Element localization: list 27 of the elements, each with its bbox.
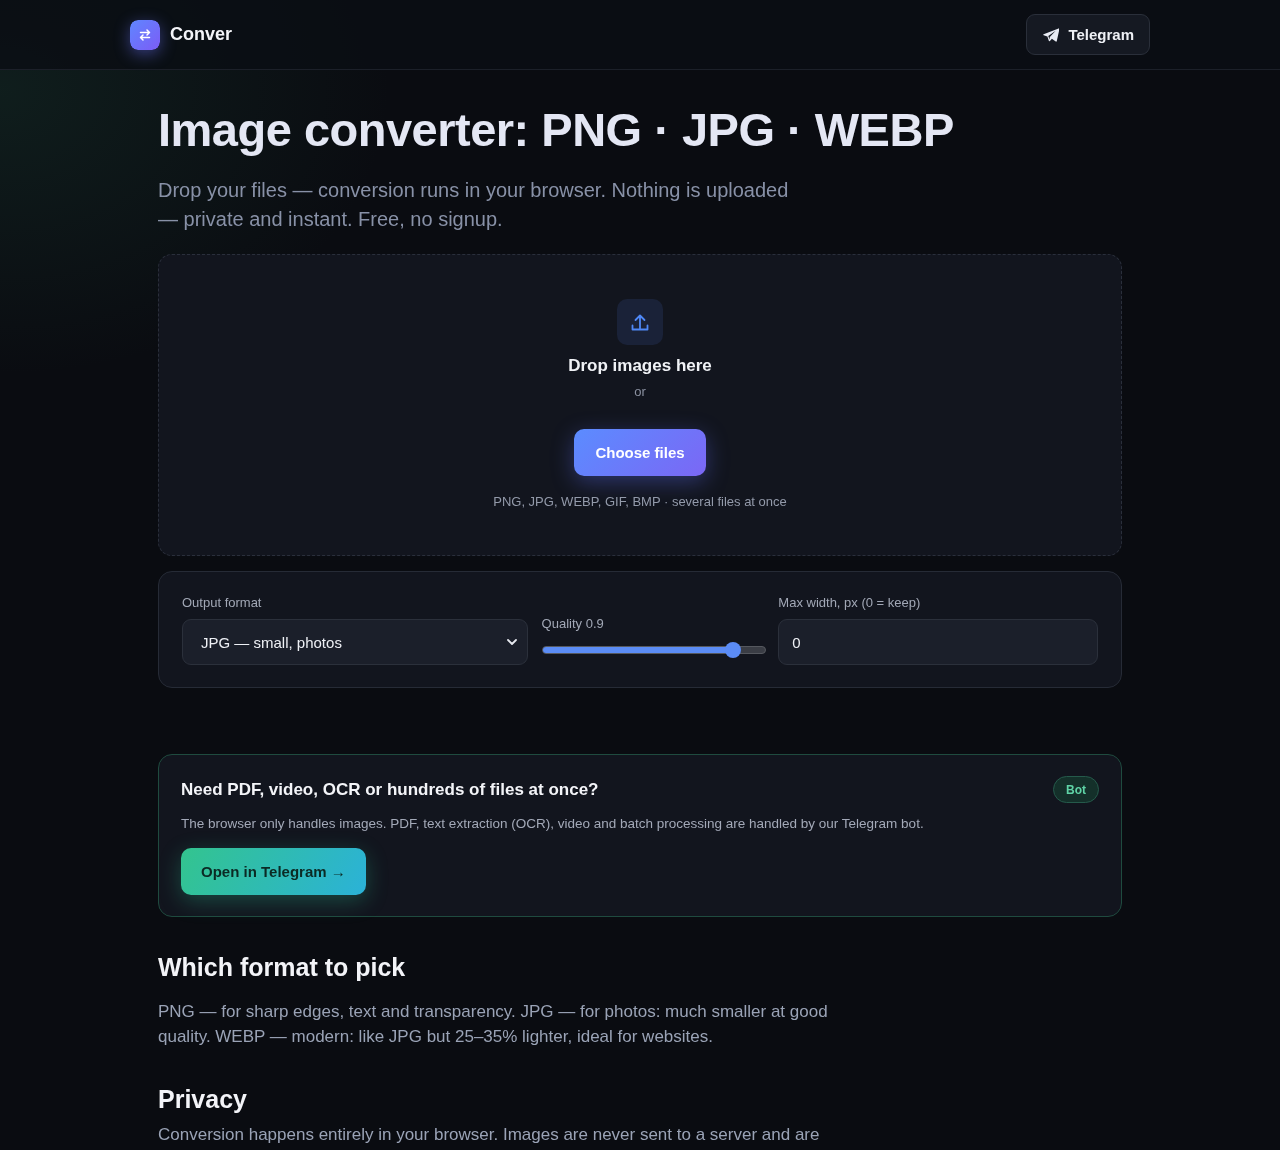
section-heading: Privacy	[158, 1084, 248, 1114]
slider-thumb[interactable]	[724, 642, 741, 658]
section-text: PNG — for sharp edges, text and transparency. JPG — for photos: much smaller at good quality. WEBP — modern: like JPG but 25–35% lighter, ideal for websites.	[158, 1001, 829, 1048]
supported-formats-text: PNG, JPG, WEBP, GIF, BMP · several files at once	[493, 493, 787, 511]
chevron-down-icon	[506, 639, 517, 645]
page-title: Image converter: PNG · JPG · WEBP	[158, 102, 955, 158]
page-subtitle: Drop your files — conversion runs in your browser. Nothing is uploaded — private and instant. Free, no signup.	[158, 178, 790, 232]
bot-badge: Bot	[1053, 776, 1099, 803]
separator-text: or	[634, 383, 646, 401]
telegram-button[interactable]: Telegram	[1026, 14, 1150, 55]
section-text: Conversion happens entirely in your browser. Images are never sent to a server and are	[158, 1126, 821, 1144]
paper-plane-icon	[1043, 27, 1060, 42]
logo-icon	[130, 19, 160, 50]
format-select[interactable]: JPG — small, photos	[182, 619, 528, 665]
max-width-label: Max width, px (0 = keep)	[778, 594, 922, 612]
quality-slider[interactable]	[541, 642, 767, 658]
open-telegram-button[interactable]: Open in Telegram →	[181, 848, 366, 895]
section-heading: Which format to pick	[158, 952, 407, 982]
quality-label: Quality 0.9	[541, 615, 605, 633]
drop-title: Drop images here	[568, 355, 712, 377]
promo-text: The browser only handles images. PDF, text extraction (OCR), video and batch processing are handled by our Telegram bot.	[181, 815, 925, 833]
format-label: Output format	[182, 594, 263, 612]
choose-files-button[interactable]: Choose files	[574, 429, 706, 476]
max-width-input[interactable]: 0	[778, 619, 1098, 665]
brand-name: Conver	[170, 24, 232, 45]
promo-title: Need PDF, video, OCR or hundreds of files at once?	[181, 778, 599, 801]
upload-icon	[617, 299, 663, 345]
